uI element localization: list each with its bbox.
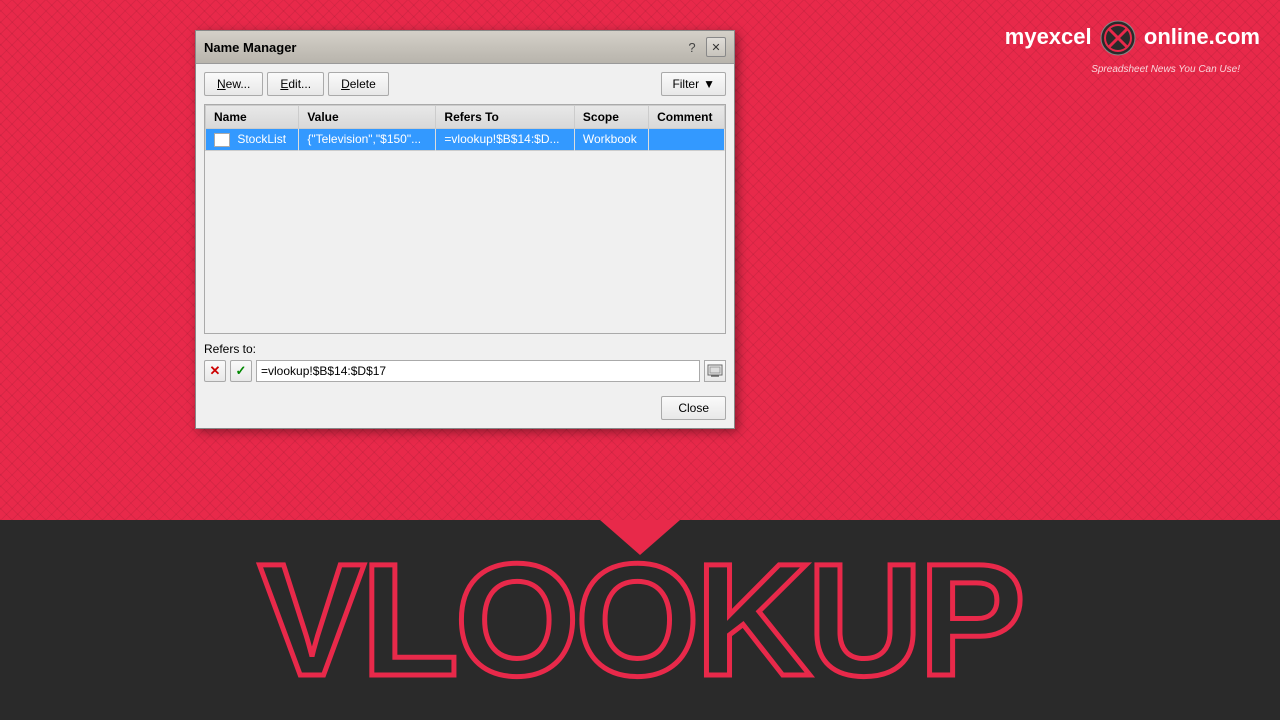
col-scope: Scope: [574, 106, 648, 129]
logo-excel: excel: [1037, 24, 1092, 49]
cell-name-value: StockList: [237, 132, 286, 146]
dialog-help-button[interactable]: ?: [682, 37, 702, 57]
cell-refers-to: =vlookup!$B$14:$D...: [436, 129, 574, 151]
top-section: myexcel online.com Spreadsheet News You …: [0, 0, 1280, 520]
logo: myexcel online.com Spreadsheet News You …: [1005, 20, 1260, 56]
close-button[interactable]: Close: [661, 396, 726, 420]
dialog-title: Name Manager: [204, 40, 296, 55]
row-icon: [214, 133, 230, 147]
dialog-close-button[interactable]: ✕: [706, 37, 726, 57]
collapse-icon: [707, 364, 723, 378]
refers-to-label: Refers to:: [204, 342, 726, 356]
cell-scope: Workbook: [574, 129, 648, 151]
filter-button[interactable]: Filter ▼: [661, 72, 726, 96]
refers-to-collapse-button[interactable]: [704, 360, 726, 382]
name-table: Name Value Refers To Scope Comment Stock…: [205, 105, 725, 151]
new-button-label: New...: [217, 77, 250, 91]
delete-button-label: Delete: [341, 77, 376, 91]
dialog-footer: Close: [196, 390, 734, 428]
logo-online: online.com: [1144, 24, 1260, 49]
dialog-toolbar: New... Edit... Delete Filter ▼: [204, 72, 726, 96]
edit-button[interactable]: Edit...: [267, 72, 324, 96]
cell-name: StockList: [206, 129, 299, 151]
col-comment: Comment: [649, 106, 725, 129]
logo-text: myexcel online.com: [1005, 20, 1260, 56]
delete-button[interactable]: Delete: [328, 72, 389, 96]
filter-dropdown-icon: ▼: [703, 77, 715, 91]
bottom-section: VLOOKUP: [0, 520, 1280, 720]
logo-tagline: Spreadsheet News You Can Use!: [1091, 64, 1240, 75]
logo-my: my: [1005, 24, 1037, 49]
vlookup-text: VLOOKUP: [258, 540, 1021, 700]
col-value: Value: [299, 106, 436, 129]
edit-button-label: Edit...: [280, 77, 311, 91]
refers-to-input[interactable]: [256, 360, 700, 382]
dialog-controls: ? ✕: [682, 37, 726, 57]
col-name: Name: [206, 106, 299, 129]
logo-x-icon: [1100, 20, 1136, 56]
col-refers-to: Refers To: [436, 106, 574, 129]
refers-to-confirm-button[interactable]: ✓: [230, 360, 252, 382]
cell-value: {"Television","$150"...: [299, 129, 436, 151]
name-table-container[interactable]: Name Value Refers To Scope Comment Stock…: [204, 104, 726, 334]
new-button[interactable]: New...: [204, 72, 263, 96]
refers-to-section: Refers to: ✕ ✓: [204, 342, 726, 382]
table-header-row: Name Value Refers To Scope Comment: [206, 106, 725, 129]
name-manager-dialog: Name Manager ? ✕ New... Edit... Delete: [195, 30, 735, 429]
dialog-body: New... Edit... Delete Filter ▼: [196, 64, 734, 390]
table-row[interactable]: StockList {"Television","$150"... =vlook…: [206, 129, 725, 151]
refers-to-row: ✕ ✓: [204, 360, 726, 382]
filter-label: Filter: [672, 77, 699, 91]
refers-to-cancel-button[interactable]: ✕: [204, 360, 226, 382]
cell-comment: [649, 129, 725, 151]
dialog-titlebar: Name Manager ? ✕: [196, 31, 734, 64]
